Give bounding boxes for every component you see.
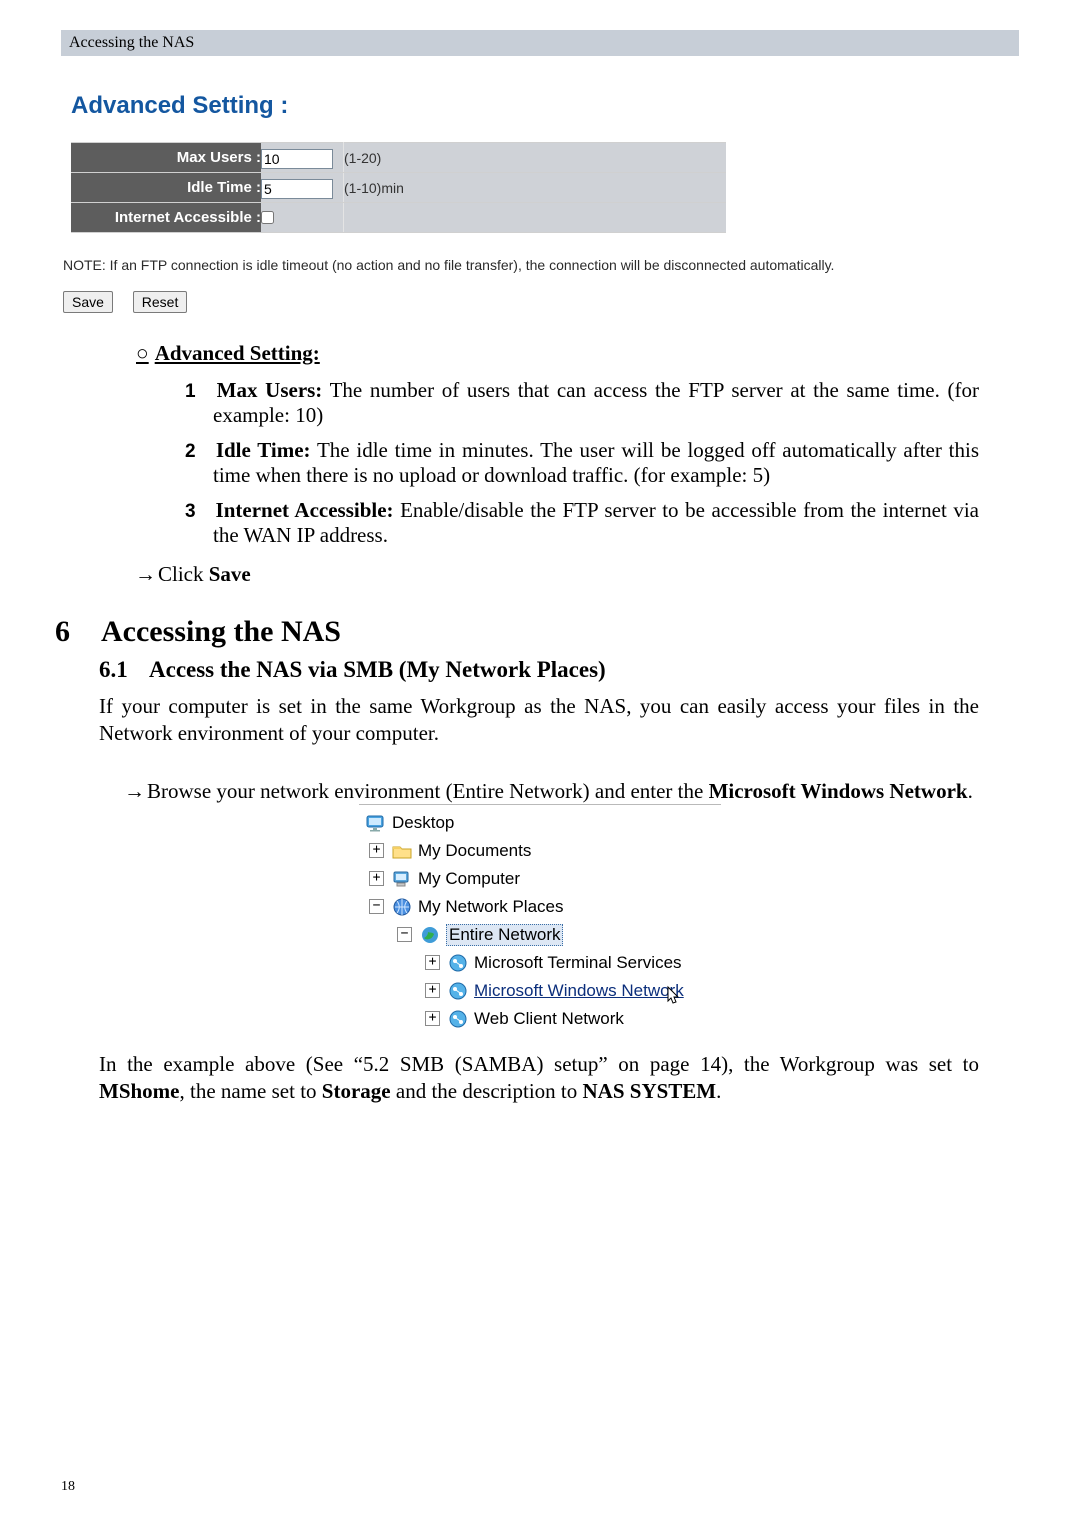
section-6-1-heading: 6.1Access the NAS via SMB (My Network Pl… [99,657,1019,683]
expand-icon[interactable]: + [425,1011,440,1026]
cursor-icon [666,985,682,1007]
tree-node-ms-terminal-services[interactable]: + Microsoft Terminal Services [359,949,721,977]
subsection-number: 6.1 [99,657,149,683]
browse-instruction: → Browse your network environment (Entir… [147,779,979,804]
network-icon [447,1009,469,1029]
advanced-setting-heading: ○Advanced Setting: [136,341,1019,366]
folder-icon [391,841,413,861]
term-max-users: Max Users: [217,378,323,402]
idle-time-cell [261,173,344,203]
max-users-cell [261,143,344,173]
save-button[interactable]: Save [63,291,113,313]
desc-max-users: The number of users that can access the … [213,378,979,427]
tree-node-web-client-network[interactable]: + Web Client Network [359,1005,721,1033]
max-users-input[interactable] [261,149,333,169]
page-header: Accessing the NAS [61,30,1019,56]
term-internet-accessible: Internet Accessible: [216,498,394,522]
internet-accessible-cell [261,203,344,233]
example-paragraph: In the example above (See “5.2 SMB (SAMB… [99,1051,979,1106]
list-number: 3 [185,501,209,523]
desc-idle-time: The idle time in minutes. The user will … [213,438,979,487]
term-idle-time: Idle Time: [216,438,311,462]
expand-icon[interactable]: + [369,871,384,886]
click-save-line: →Click Save [135,562,1019,587]
breadcrumb: Accessing the NAS [69,34,194,52]
list-number: 1 [185,381,209,403]
advanced-setting-list: 1 Max Users: The number of users that ca… [213,378,979,548]
table-row: Max Users : (1-20) [71,143,726,173]
idle-time-hint: (1-10)min [344,173,727,203]
reset-button[interactable]: Reset [133,291,188,313]
idle-time-input[interactable] [261,179,333,199]
subsection-title: Access the NAS via SMB (My Network Place… [149,657,606,682]
collapse-icon[interactable]: − [369,899,384,914]
ms-windows-network-link[interactable]: Microsoft Windows Network [474,981,684,1001]
ftp-idle-note: NOTE: If an FTP connection is idle timeo… [63,257,1019,273]
network-places-icon [391,897,413,917]
list-item: 1 Max Users: The number of users that ca… [213,378,979,428]
section-6-1-intro: If your computer is set in the same Work… [99,693,979,747]
idle-time-label: Idle Time : [71,173,261,203]
tree-node-ms-windows-network[interactable]: + Microsoft Windows Network [359,977,721,1005]
list-item: 2 Idle Time: The idle time in minutes. T… [213,438,979,488]
expand-icon[interactable]: + [425,955,440,970]
panel-title: Advanced Setting : [71,92,1019,120]
tree-node-my-network-places[interactable]: − My Network Places [359,893,721,921]
settings-table: Max Users : (1-20) Idle Time : (1-10)min… [71,142,726,233]
list-item: 3 Internet Accessible: Enable/disable th… [213,498,979,548]
circle-bullet-icon: ○ [136,341,149,365]
globe-icon [419,925,441,945]
tree-node-desktop[interactable]: Desktop [359,809,721,837]
list-number: 2 [185,441,209,463]
selected-node-label: Entire Network [446,924,563,946]
expand-icon[interactable]: + [425,983,440,998]
network-icon [447,981,469,1001]
computer-icon [391,869,413,889]
tree-node-my-computer[interactable]: + My Computer [359,865,721,893]
button-row: Save Reset [63,289,1019,313]
explorer-tree: Desktop + My Documents + My Computer − M… [359,804,721,1029]
tree-node-my-documents[interactable]: + My Documents [359,837,721,865]
collapse-icon[interactable]: − [397,927,412,942]
desktop-icon [365,813,387,833]
network-icon [447,953,469,973]
advanced-setting-panel: Advanced Setting : Max Users : (1-20) Id… [61,92,1019,313]
internet-accessible-checkbox[interactable] [261,211,274,224]
table-row: Idle Time : (1-10)min [71,173,726,203]
arrow-icon: → [135,562,156,586]
max-users-hint: (1-20) [344,143,727,173]
max-users-label: Max Users : [71,143,261,173]
page-number: 18 [61,1479,75,1495]
section-6-heading: 6Accessing the NAS [61,615,1019,649]
section-title: Accessing the NAS [101,615,341,648]
section-number: 6 [55,615,101,649]
tree-node-entire-network[interactable]: − Entire Network [359,921,721,949]
internet-accessible-label: Internet Accessible : [71,203,261,233]
expand-icon[interactable]: + [369,843,384,858]
internet-accessible-hint [344,203,727,233]
arrow-icon: → [124,779,145,804]
table-row: Internet Accessible : [71,203,726,233]
